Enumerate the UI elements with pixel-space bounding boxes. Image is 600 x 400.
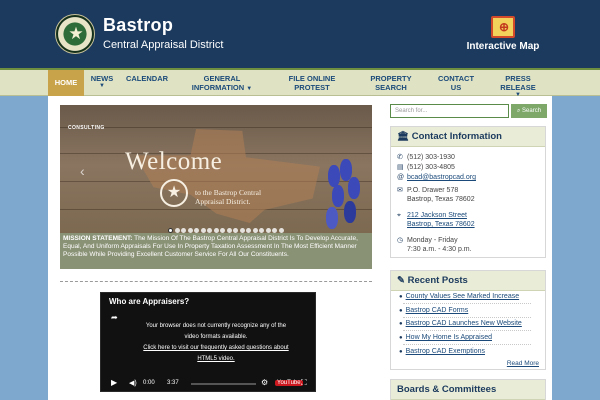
post-link[interactable]: ● Bastrop CAD Launches New Website <box>399 320 522 327</box>
post-link[interactable]: ● How My Home Is Appraised <box>399 334 492 341</box>
slide-brand-tag: CONSULTING <box>68 125 105 131</box>
video-controls: ▶ ◀) 0:00 3:37 ⚙ YouTube ⛶ <box>101 376 315 392</box>
slide-caption: to the Bastrop Central Appraisal Distric… <box>195 188 262 206</box>
pushpin-icon: ✎ <box>397 275 405 286</box>
nav-item-home[interactable]: HOME <box>48 70 84 96</box>
map-icon: ⊕ <box>491 16 515 38</box>
post-link[interactable]: ● Bastrop CAD Exemptions <box>399 348 485 355</box>
bank-icon: 🏛 <box>397 131 410 142</box>
circle-arrow-icon: ● <box>399 335 403 341</box>
video-title[interactable]: Who are Appraisers? <box>109 297 189 306</box>
search-button[interactable]: ⌕ Search <box>511 104 547 118</box>
video-progress-bar[interactable] <box>191 383 256 385</box>
contact-street-address[interactable]: ⌖ 212 Jackson Street Bastrop, Texas 78602 <box>397 211 475 229</box>
youtube-logo-icon[interactable]: YouTube <box>275 380 303 386</box>
circle-arrow-icon: ● <box>399 349 403 355</box>
recent-posts-widget: ✎ Recent Posts ● County Values See Marked… <box>390 270 546 370</box>
contact-fax: ▤ (512) 303-4805 <box>397 164 455 171</box>
chevron-down-icon: ▼ <box>246 86 253 92</box>
contact-email[interactable]: @ bcad@bastropcad.org <box>397 173 476 182</box>
nav-item-file-online-protest[interactable]: FILE ONLINE PROTEST <box>278 70 346 96</box>
time-total: 3:37 <box>167 380 179 386</box>
search-icon: ⌕ <box>516 108 521 114</box>
circle-arrow-icon: ● <box>399 308 403 314</box>
contact-title: 🏛 Contact Information <box>391 127 545 147</box>
play-icon[interactable]: ▶ <box>111 378 117 387</box>
nav-item-general-information[interactable]: GENERAL INFORMATION ▼ <box>180 70 264 96</box>
map-marker-icon: ⌖ <box>397 212 401 219</box>
nav-item-news[interactable]: NEWS ▼ <box>86 70 118 96</box>
contact-phone: ✆ (512) 303-1930 <box>397 154 455 161</box>
mission-statement: MISSION STATEMENT: The Mission Of The Ba… <box>60 233 372 269</box>
fax-icon: ▤ <box>397 164 404 171</box>
star-icon: ★ <box>68 24 84 43</box>
main-nav: HOME NEWS ▼ CALENDAR GENERAL INFORMATION … <box>0 68 600 98</box>
share-icon[interactable]: ➦ <box>111 313 118 322</box>
search-input[interactable]: Search for... <box>390 104 509 118</box>
time-current: 0:00 <box>143 380 155 386</box>
mail-icon: ✉ <box>397 187 403 194</box>
gear-icon[interactable]: ⚙ <box>261 378 268 387</box>
welcome-slider[interactable]: CONSULTING Welcome to the Bastrop Centra… <box>60 105 372 239</box>
bastrop-cad-seal-logo[interactable]: ★ <box>55 14 95 54</box>
chevron-down-icon: ▼ <box>99 83 105 89</box>
clock-icon: ◷ <box>397 237 404 244</box>
main-content: CONSULTING Welcome to the Bastrop Centra… <box>48 96 552 400</box>
contact-widget: 🏛 Contact Information ✆ (512) 303-1930 ▤(… <box>390 126 546 258</box>
site-title[interactable]: Bastrop <box>103 15 173 36</box>
video-error-message: Your browser does not currently recogniz… <box>121 321 311 365</box>
site-subtitle: Central Appraisal District <box>103 39 224 51</box>
slider-prev-arrow-icon[interactable]: ‹ <box>80 163 85 179</box>
slider-pagination[interactable] <box>168 220 285 233</box>
circle-arrow-icon: ● <box>399 294 403 300</box>
nav-item-calendar[interactable]: CALENDAR <box>120 70 174 96</box>
nav-item-press-release[interactable]: PRESS RELEASE ▼ <box>490 70 546 98</box>
circle-arrow-icon: ● <box>399 321 403 327</box>
site-header: ★ Bastrop Central Appraisal District ⊕ I… <box>0 0 600 68</box>
phone-icon: ✆ <box>397 154 403 161</box>
at-icon: @ <box>397 174 405 181</box>
video-player[interactable]: Who are Appraisers? ➦ Your browser does … <box>100 292 316 392</box>
fullscreen-icon[interactable]: ⛶ <box>301 378 307 388</box>
texas-star-icon: ★ <box>160 179 188 207</box>
post-link[interactable]: ● Bastrop CAD Forms <box>399 307 468 314</box>
boards-committees-widget: Boards & Committees <box>390 379 546 400</box>
nav-item-property-search[interactable]: PROPERTY SEARCH <box>360 70 422 96</box>
bluebonnet-image <box>322 159 362 237</box>
nav-item-contact-us[interactable]: CONTACT US <box>432 70 480 96</box>
volume-icon[interactable]: ◀) <box>129 379 137 387</box>
recent-posts-title: ✎ Recent Posts <box>391 271 545 291</box>
interactive-map-label: Interactive Map <box>466 41 540 52</box>
interactive-map-link[interactable]: ⊕ Interactive Map <box>458 16 548 52</box>
post-link[interactable]: ● County Values See Marked Increase <box>399 293 519 300</box>
read-more-link[interactable]: Read More <box>507 360 539 367</box>
boards-committees-title: Boards & Committees <box>391 380 545 400</box>
html5-faq-link[interactable]: Click here to visit our frequently asked… <box>121 343 311 354</box>
mission-label: MISSION STATEMENT: <box>63 235 133 242</box>
contact-hours: ◷ Monday - Friday 7:30 a.m. - 4:30 p.m. <box>397 237 472 253</box>
divider <box>60 281 372 282</box>
contact-po-box: ✉ P.O. Drawer 578 Bastrop, Texas 78602 <box>397 187 475 203</box>
slide-headline: Welcome <box>125 148 223 175</box>
